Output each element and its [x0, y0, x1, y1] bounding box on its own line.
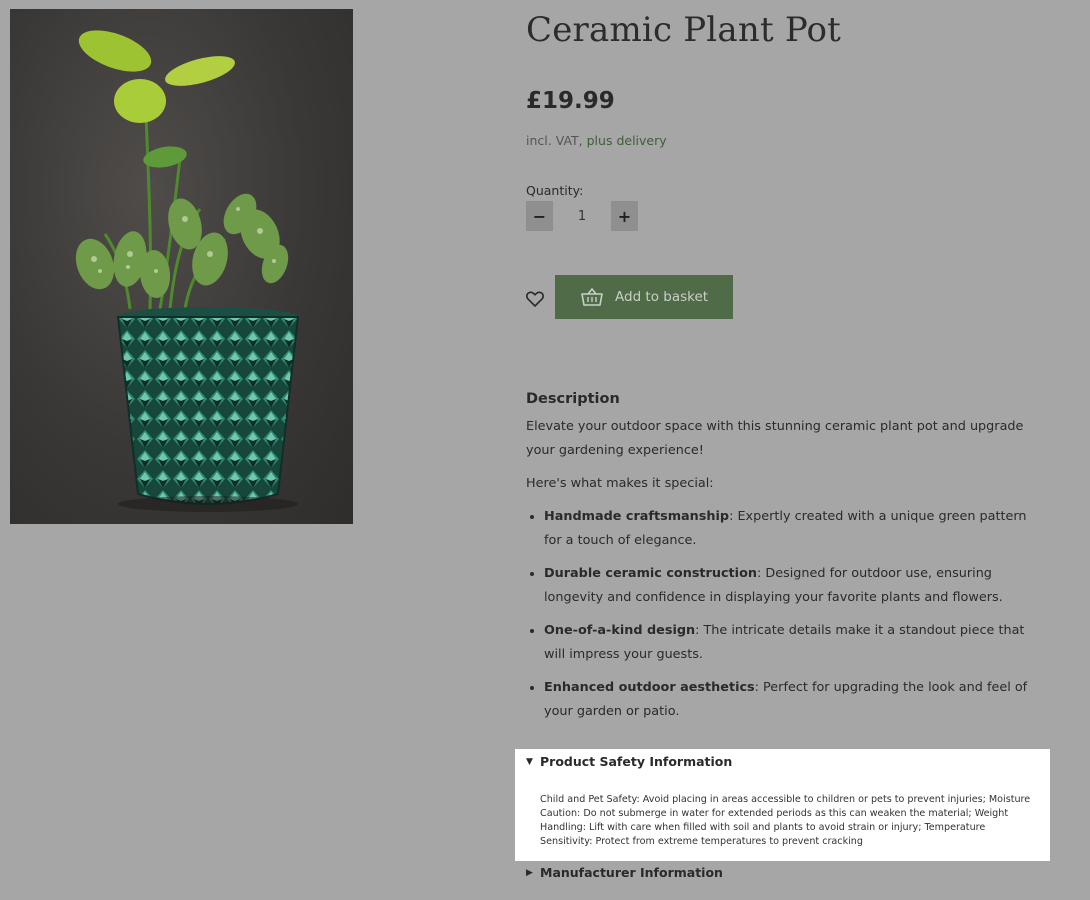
feature-name: One-of-a-kind design [544, 623, 696, 638]
product-safety-toggle[interactable]: ▼ Product Safety Information [526, 754, 732, 769]
delivery-link[interactable]: plus delivery [587, 133, 667, 148]
product-safety-text: Child and Pet Safety: Avoid placing in a… [540, 794, 1031, 847]
feature-name: Handmade craftsmanship [544, 509, 730, 524]
feature-name: Enhanced outdoor aesthetics [544, 680, 755, 695]
product-image[interactable] [10, 9, 353, 524]
description-lead: Here's what makes it special: [526, 476, 714, 491]
product-safety-panel: ▼ Product Safety Information Child and P… [515, 749, 1050, 861]
add-to-basket-button[interactable]: Add to basket [555, 275, 733, 319]
description-body: Elevate your outdoor space with this stu… [526, 415, 1036, 733]
quantity-stepper: − 1 + [526, 201, 638, 231]
vat-text: incl. VAT, [526, 133, 583, 148]
quantity-label: Quantity: [526, 183, 584, 198]
product-safety-heading: Product Safety Information [540, 754, 733, 769]
wishlist-heart-icon[interactable] [525, 289, 545, 309]
quantity-input[interactable]: 1 [553, 209, 611, 224]
list-item: One-of-a-kind design: The intricate deta… [544, 619, 1036, 667]
product-price: £19.99 [526, 88, 615, 114]
increment-button[interactable]: + [611, 201, 638, 231]
basket-icon [581, 287, 603, 306]
product-title: Ceramic Plant Pot [526, 10, 842, 50]
list-item: Durable ceramic construction: Designed f… [544, 562, 1036, 610]
manufacturer-toggle[interactable]: ▶ Manufacturer Information [526, 865, 723, 880]
manufacturer-heading: Manufacturer Information [540, 865, 723, 880]
decrement-button[interactable]: − [526, 201, 553, 231]
feature-list: Handmade craftsmanship: Expertly created… [526, 505, 1036, 724]
vat-info: incl. VAT, plus delivery [526, 133, 667, 148]
caret-down-icon: ▼ [526, 756, 533, 767]
add-to-basket-label: Add to basket [615, 289, 709, 305]
list-item: Handmade craftsmanship: Expertly created… [544, 505, 1036, 553]
feature-name: Durable ceramic construction [544, 566, 757, 581]
description-heading: Description [526, 391, 620, 407]
caret-right-icon: ▶ [526, 867, 533, 878]
list-item: Enhanced outdoor aesthetics: Perfect for… [544, 676, 1036, 724]
description-intro: Elevate your outdoor space with this stu… [526, 419, 1024, 458]
